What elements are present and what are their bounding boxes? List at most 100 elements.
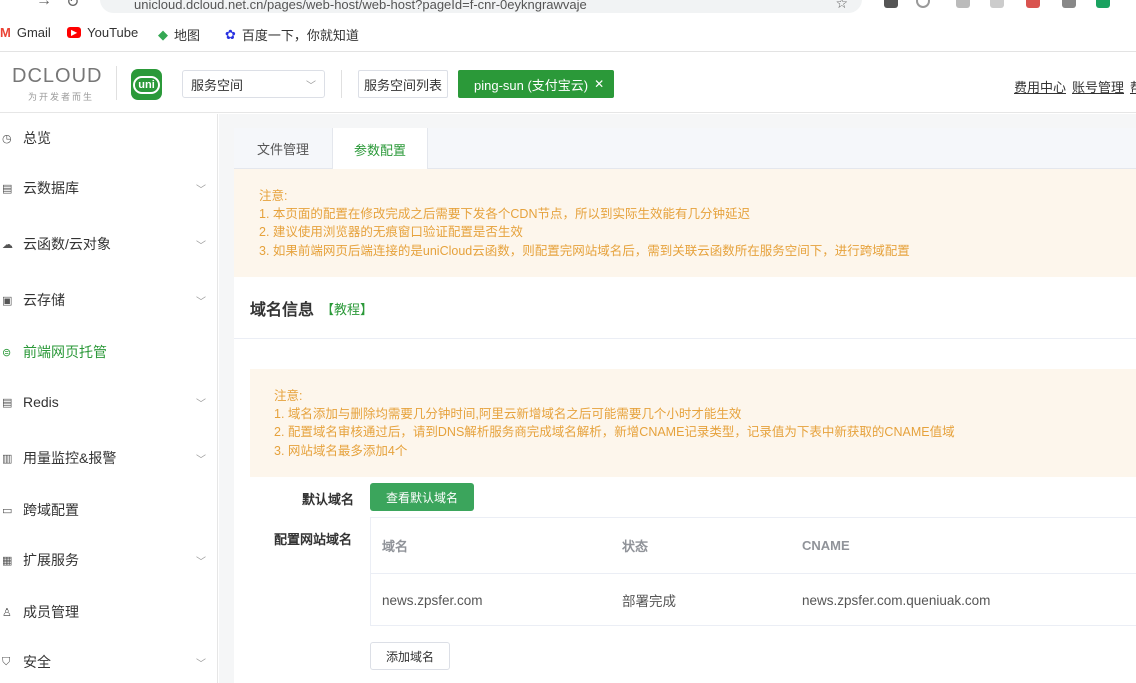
- extension-icon[interactable]: [1096, 0, 1110, 8]
- add-domain-button[interactable]: 添加域名: [370, 642, 450, 670]
- chevron-down-icon: ﹀: [306, 80, 316, 92]
- user-icon: ♙: [2, 606, 12, 619]
- help-link[interactable]: 帮: [1130, 77, 1136, 96]
- reload-icon[interactable]: ↻: [66, 0, 79, 12]
- space-tag[interactable]: ping-sun (支付宝云) ✕: [458, 70, 614, 98]
- notice-line: 1. 域名添加与删除均需要几分钟时间,阿里云新增域名之后可能需要几个小时才能生效: [274, 407, 742, 422]
- storage-icon: ▣: [2, 294, 13, 307]
- chevron-down-icon: ﹀: [196, 184, 206, 196]
- sidebar-item-web-hosting[interactable]: ⊜ 前端网页托管: [0, 337, 218, 367]
- view-default-domain-button[interactable]: 查看默认域名: [370, 483, 474, 511]
- notice-line: 注意:: [259, 189, 288, 203]
- notice-line: 注意:: [274, 389, 303, 403]
- close-icon[interactable]: ✕: [594, 77, 604, 91]
- baidu-icon: ✿: [225, 26, 236, 42]
- sidebar-item-cors[interactable]: ▭ 跨域配置: [0, 495, 218, 525]
- web-icon: ⊜: [2, 346, 12, 359]
- sidebar-item-monitor[interactable]: ▥ 用量监控&报警 ﹀: [0, 443, 218, 473]
- unicloud-badge[interactable]: uni: [131, 69, 162, 100]
- sidebar-item-label: Redis: [23, 394, 59, 410]
- bookmarks-bar: M Gmail ▶ YouTube ◆ 地图 ✿ 百度一下，你就知道: [0, 18, 1136, 52]
- logo-text: DCLOUD: [12, 65, 103, 87]
- uni-badge-text: uni: [133, 75, 160, 94]
- chevron-down-icon: ﹀: [196, 556, 206, 568]
- extension-icon[interactable]: [1026, 0, 1040, 8]
- extension-icon[interactable]: [884, 0, 898, 8]
- bookmark-star-icon[interactable]: ☆: [835, 0, 848, 12]
- domain-table: 域名 状态 CNAME news.zpsfer.com 部署完成 news.zp…: [370, 517, 1136, 626]
- sidebar-item-extensions[interactable]: ▦ 扩展服务 ﹀: [0, 545, 218, 575]
- chevron-down-icon: ﹀: [196, 240, 206, 252]
- sidebar-item-overview[interactable]: ◷ 总览: [0, 123, 218, 153]
- space-list-button[interactable]: 服务空间列表: [358, 70, 448, 98]
- bookmark-label: 地图: [174, 28, 201, 43]
- sidebar-item-label: 扩展服务: [23, 552, 79, 568]
- gmail-icon: M: [0, 25, 11, 40]
- cell-domain: news.zpsfer.com: [382, 592, 483, 608]
- extension-icon[interactable]: [956, 0, 970, 8]
- logo-subtitle: 为开发者而生: [28, 92, 95, 102]
- bookmark-youtube[interactable]: ▶ YouTube: [67, 25, 138, 40]
- forward-icon[interactable]: →: [36, 0, 52, 10]
- section-divider: [234, 338, 1136, 339]
- clock-icon: ◷: [2, 132, 12, 145]
- bookmark-label: YouTube: [87, 25, 139, 40]
- extension-icon[interactable]: [916, 0, 930, 8]
- account-link[interactable]: 账号管理: [1072, 77, 1124, 96]
- sidebar-item-storage[interactable]: ▣ 云存储 ﹀: [0, 285, 218, 315]
- sidebar-item-label: 用量监控&报警: [23, 450, 117, 466]
- sidebar-item-members[interactable]: ♙ 成员管理: [0, 597, 218, 627]
- sidebar-item-database[interactable]: ▤ 云数据库 ﹀: [0, 173, 218, 203]
- notice-cdn: 注意: 1. 本页面的配置在修改完成之后需要下发各个CDN节点，所以到实际生效能…: [234, 169, 1136, 277]
- address-bar[interactable]: unicloud.dcloud.net.cn/pages/web-host/we…: [100, 0, 862, 13]
- database-icon: ▤: [2, 182, 13, 195]
- sidebar-item-label: 总览: [23, 130, 51, 146]
- youtube-icon: ▶: [67, 27, 82, 38]
- tab-bar: 文件管理 参数配置: [234, 128, 1136, 170]
- dcloud-logo[interactable]: DCLOUD 为开发者而生: [12, 65, 104, 102]
- default-domain-label: 默认域名: [302, 492, 355, 507]
- space-tag-label: ping-sun (支付宝云): [474, 77, 589, 93]
- sidebar-item-label: 云函数/云对象: [23, 236, 111, 252]
- cell-cname: news.zpsfer.com.queniuak.com: [802, 592, 991, 608]
- chevron-down-icon: ﹀: [196, 398, 206, 410]
- shield-icon: ⛉: [2, 655, 11, 668]
- sidebar: ◷ 总览 ▤ 云数据库 ﹀ ☁ 云函数/云对象 ﹀ ▣ 云存储 ﹀ ⊜ 前端网页…: [0, 114, 218, 683]
- notice-domain: 注意: 1. 域名添加与删除均需要几分钟时间,阿里云新增域名之后可能需要几个小时…: [250, 369, 1136, 477]
- sidebar-item-label: 云存储: [23, 292, 65, 308]
- table-divider: [371, 573, 1136, 574]
- bookmark-gmail[interactable]: M Gmail: [0, 25, 51, 40]
- bookmark-label: 百度一下，你就知道: [241, 28, 359, 43]
- grid-icon: ▦: [2, 554, 13, 567]
- sidebar-item-security[interactable]: ⛉ 安全 ﹀: [0, 647, 218, 677]
- bookmark-maps[interactable]: ◆ 地图: [158, 25, 200, 44]
- notice-line: 3. 如果前端网页后端连接的是uniCloud云函数，则配置完网站域名后，需到关…: [259, 243, 910, 258]
- extension-icon[interactable]: [990, 0, 1004, 8]
- sidebar-item-functions[interactable]: ☁ 云函数/云对象 ﹀: [0, 229, 218, 259]
- app-header: DCLOUD 为开发者而生 uni 服务空间 ﹀ 服务空间列表 ping-sun…: [0, 53, 1136, 113]
- sidebar-item-label: 成员管理: [23, 604, 79, 620]
- tab-param-config[interactable]: 参数配置: [332, 128, 428, 170]
- tab-file-management[interactable]: 文件管理: [234, 128, 332, 169]
- cross-domain-icon: ▭: [2, 504, 13, 517]
- sidebar-item-label: 安全: [23, 654, 51, 670]
- chevron-down-icon: ﹀: [196, 658, 206, 670]
- extension-icon[interactable]: [1062, 0, 1076, 8]
- billing-link[interactable]: 费用中心: [1014, 77, 1066, 96]
- sidebar-item-label: 前端网页托管: [23, 344, 107, 360]
- cloud-icon: ☁: [2, 238, 13, 251]
- header-divider: [341, 70, 342, 98]
- tutorial-link[interactable]: 【教程】: [321, 299, 373, 318]
- column-header-domain: 域名: [382, 539, 409, 554]
- notice-line: 2. 建议使用浏览器的无痕窗口验证配置是否生效: [259, 225, 523, 240]
- column-header-status: 状态: [622, 539, 649, 554]
- bookmark-baidu[interactable]: ✿ 百度一下，你就知道: [225, 25, 359, 44]
- sidebar-item-redis[interactable]: ▤ Redis ﹀: [0, 387, 218, 417]
- chevron-down-icon: ﹀: [196, 454, 206, 466]
- space-select[interactable]: 服务空间 ﹀: [182, 70, 325, 98]
- redis-icon: ▤: [2, 396, 13, 409]
- browser-toolbar: → ↻ unicloud.dcloud.net.cn/pages/web-hos…: [0, 0, 1136, 18]
- sidebar-item-label: 跨域配置: [23, 502, 79, 518]
- monitor-icon: ▥: [2, 452, 13, 465]
- url-text[interactable]: unicloud.dcloud.net.cn/pages/web-host/we…: [134, 0, 587, 12]
